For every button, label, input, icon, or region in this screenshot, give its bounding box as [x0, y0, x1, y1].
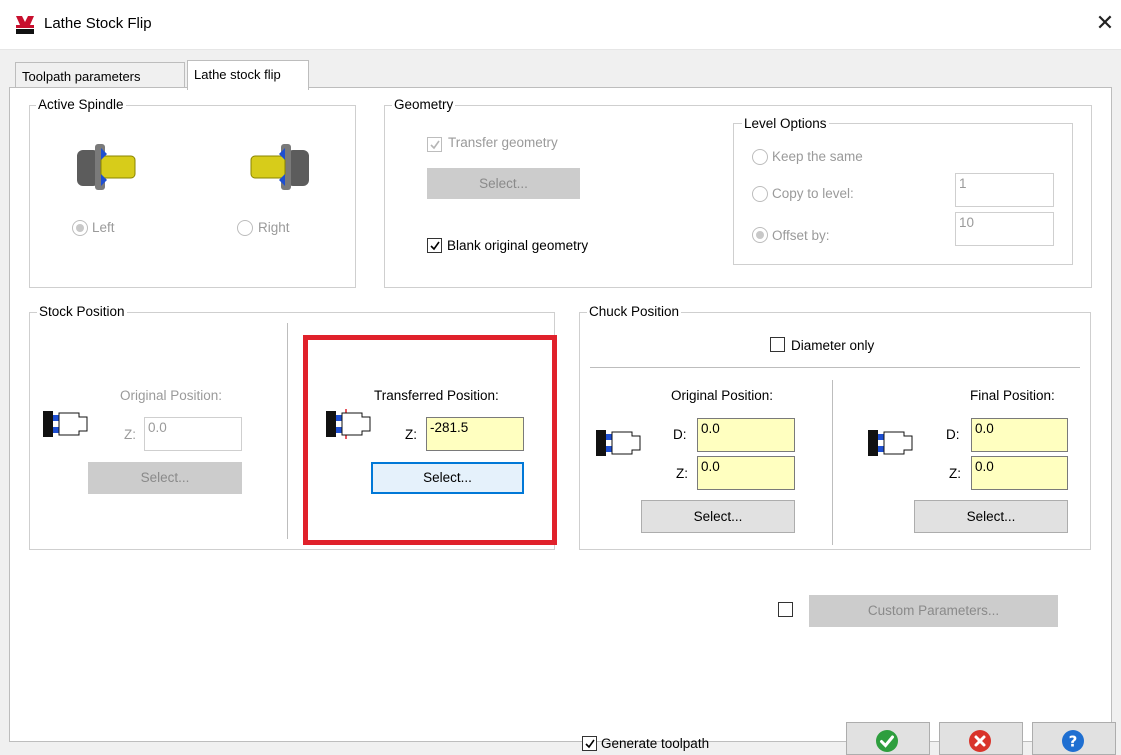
chuck-original-position-label: Original Position:: [671, 388, 774, 403]
chuck-final-d-input[interactable]: 0.0: [971, 418, 1068, 452]
geometry-select-button[interactable]: Select...: [427, 168, 580, 199]
stock-original-select-button[interactable]: Select...: [88, 462, 242, 494]
chuck-original-z-label: Z:: [676, 466, 688, 481]
transfer-geometry-checkbox[interactable]: [427, 137, 442, 152]
cancel-button[interactable]: [939, 722, 1023, 755]
diameter-only-checkbox[interactable]: [770, 337, 785, 352]
ok-button[interactable]: [846, 722, 930, 755]
cancel-x-icon: [969, 730, 991, 752]
chuck-final-icon: [868, 430, 913, 456]
copy-to-level-label: Copy to level:: [772, 186, 854, 201]
stock-original-z-input[interactable]: 0.0: [144, 417, 242, 451]
stock-original-z-label: Z:: [124, 427, 136, 442]
chuck-final-position-label: Final Position:: [970, 388, 1055, 403]
stock-position-divider: [287, 323, 288, 539]
level-options-label: Level Options: [742, 116, 829, 131]
stock-original-chuck-icon: [43, 411, 88, 437]
chuck-final-d-label: D:: [946, 427, 960, 442]
copy-to-level-radio[interactable]: [752, 186, 768, 202]
active-spindle-group: [29, 105, 356, 288]
spindle-right-icon: [250, 144, 309, 190]
help-button[interactable]: ?: [1032, 722, 1116, 755]
chuck-original-z-input[interactable]: 0.0: [697, 456, 795, 490]
spindle-right-label: Right: [258, 220, 290, 235]
spindle-left-icon: [77, 144, 136, 190]
blank-original-geometry-label: Blank original geometry: [447, 238, 589, 253]
keep-same-radio[interactable]: [752, 149, 768, 165]
chuck-original-d-label: D:: [673, 427, 687, 442]
offset-by-label: Offset by:: [772, 228, 830, 243]
chuck-position-divider: [832, 380, 833, 545]
transfer-geometry-label: Transfer geometry: [448, 135, 558, 150]
spindle-right-radio[interactable]: [237, 220, 253, 236]
diameter-only-label: Diameter only: [791, 338, 875, 353]
title-bar: [0, 0, 1121, 50]
tab-toolpath-parameters[interactable]: Toolpath parameters: [15, 62, 185, 88]
close-icon[interactable]: ✕: [1092, 10, 1118, 36]
highlight-annotation-box: [303, 335, 557, 545]
spindle-left-label: Left: [92, 220, 115, 235]
ok-check-icon: [876, 730, 898, 752]
chuck-final-z-label: Z:: [949, 466, 961, 481]
svg-text:?: ?: [1069, 733, 1078, 751]
help-question-icon: ?: [1062, 730, 1084, 752]
offset-by-input[interactable]: 10: [955, 212, 1054, 246]
window-title: Lathe Stock Flip: [44, 15, 152, 32]
custom-parameters-checkbox[interactable]: [778, 602, 793, 617]
chuck-final-z-input[interactable]: 0.0: [971, 456, 1068, 490]
chuck-position-label: Chuck Position: [587, 304, 682, 319]
chuck-original-select-button[interactable]: Select...: [641, 500, 795, 533]
spindle-left-radio[interactable]: [72, 220, 88, 236]
custom-parameters-button[interactable]: Custom Parameters...: [809, 595, 1058, 627]
chuck-original-icon: [596, 430, 641, 456]
generate-toolpath-label: Generate toolpath: [601, 736, 710, 751]
chuck-position-separator: [590, 367, 1080, 368]
chuck-final-select-button[interactable]: Select...: [914, 500, 1068, 533]
offset-by-radio[interactable]: [752, 227, 768, 243]
keep-same-label: Keep the same: [772, 149, 863, 164]
stock-original-position-label: Original Position:: [120, 388, 223, 403]
generate-toolpath-checkbox[interactable]: [582, 736, 597, 751]
stock-position-label: Stock Position: [37, 304, 127, 319]
active-spindle-label: Active Spindle: [36, 97, 126, 112]
copy-to-level-input[interactable]: 1: [955, 173, 1054, 207]
geometry-label: Geometry: [392, 97, 456, 112]
blank-original-geometry-checkbox[interactable]: [427, 238, 442, 253]
mastercam-2023-logo-icon: [16, 16, 34, 34]
tab-lathe-stock-flip[interactable]: Lathe stock flip: [187, 60, 309, 90]
chuck-original-d-input[interactable]: 0.0: [697, 418, 795, 452]
